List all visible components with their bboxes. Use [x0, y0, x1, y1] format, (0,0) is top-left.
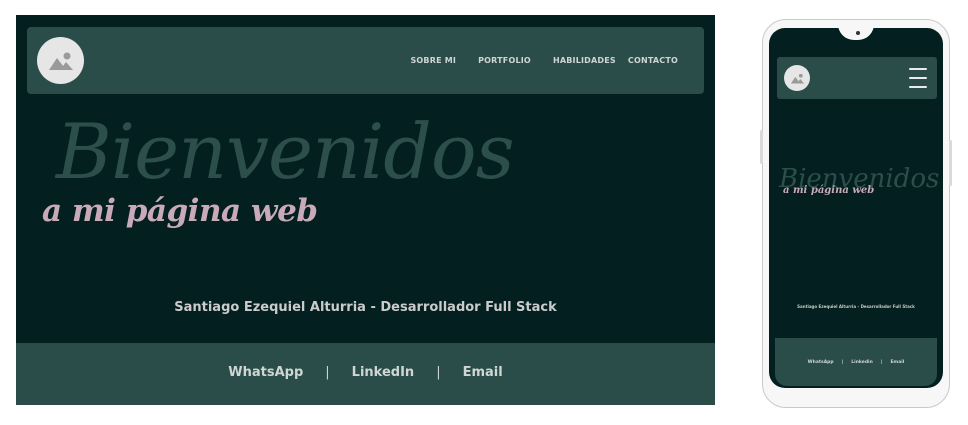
hero-subtitle: a mi página web — [42, 193, 318, 229]
mobile-navbar — [777, 57, 937, 99]
nav-link-habilidades[interactable]: HABILIDADES — [553, 56, 616, 65]
navbar: SOBRE MI PORTFOLIO HABILIDADES CONTACTO — [27, 27, 704, 94]
footer-link-email[interactable]: Email — [890, 360, 904, 365]
desktop-preview: SOBRE MI PORTFOLIO HABILIDADES CONTACTO … — [16, 15, 715, 405]
footer-link-whatsapp[interactable]: WhatsApp — [808, 360, 834, 365]
mobile-preview: Bienvenidos a mi página web Santiago Eze… — [760, 19, 952, 408]
nav-link-contacto[interactable]: CONTACTO — [628, 56, 678, 65]
footer-link-linkedin[interactable]: Linkedin — [851, 360, 873, 365]
nav-link-sobre-mi[interactable]: SOBRE MI — [410, 56, 456, 65]
nav-link-portfolio[interactable]: PORTFOLIO — [478, 56, 531, 65]
footer: WhatsApp | LinkedIn | Email — [16, 343, 715, 405]
mobile-footer: WhatsApp | Linkedin | Email — [775, 338, 937, 386]
mobile-tagline: Santiago Ezequiel Alturria - Desarrollad… — [797, 304, 915, 309]
phone-side-button — [949, 140, 952, 186]
image-placeholder-icon — [48, 52, 73, 70]
nav-menu: SOBRE MI PORTFOLIO HABILIDADES CONTACTO — [410, 27, 678, 94]
avatar[interactable] — [37, 37, 84, 84]
mobile-hero-subtitle: a mi página web — [783, 185, 875, 196]
image-placeholder-icon — [790, 73, 804, 83]
footer-link-email[interactable]: Email — [463, 365, 503, 380]
hamburger-menu-icon[interactable] — [909, 68, 927, 88]
footer-separator: | — [880, 359, 883, 365]
footer-separator: | — [325, 364, 330, 380]
hero-title: Bienvenidos — [56, 107, 515, 196]
camera-icon — [856, 31, 860, 35]
footer-separator: | — [841, 359, 844, 365]
phone-screen: Bienvenidos a mi página web Santiago Eze… — [769, 28, 943, 388]
footer-separator: | — [436, 364, 441, 380]
tagline: Santiago Ezequiel Alturria - Desarrollad… — [174, 300, 557, 315]
footer-link-linkedin[interactable]: LinkedIn — [352, 365, 415, 380]
phone-side-button — [760, 130, 763, 164]
avatar[interactable] — [784, 65, 810, 91]
footer-link-whatsapp[interactable]: WhatsApp — [228, 365, 303, 380]
